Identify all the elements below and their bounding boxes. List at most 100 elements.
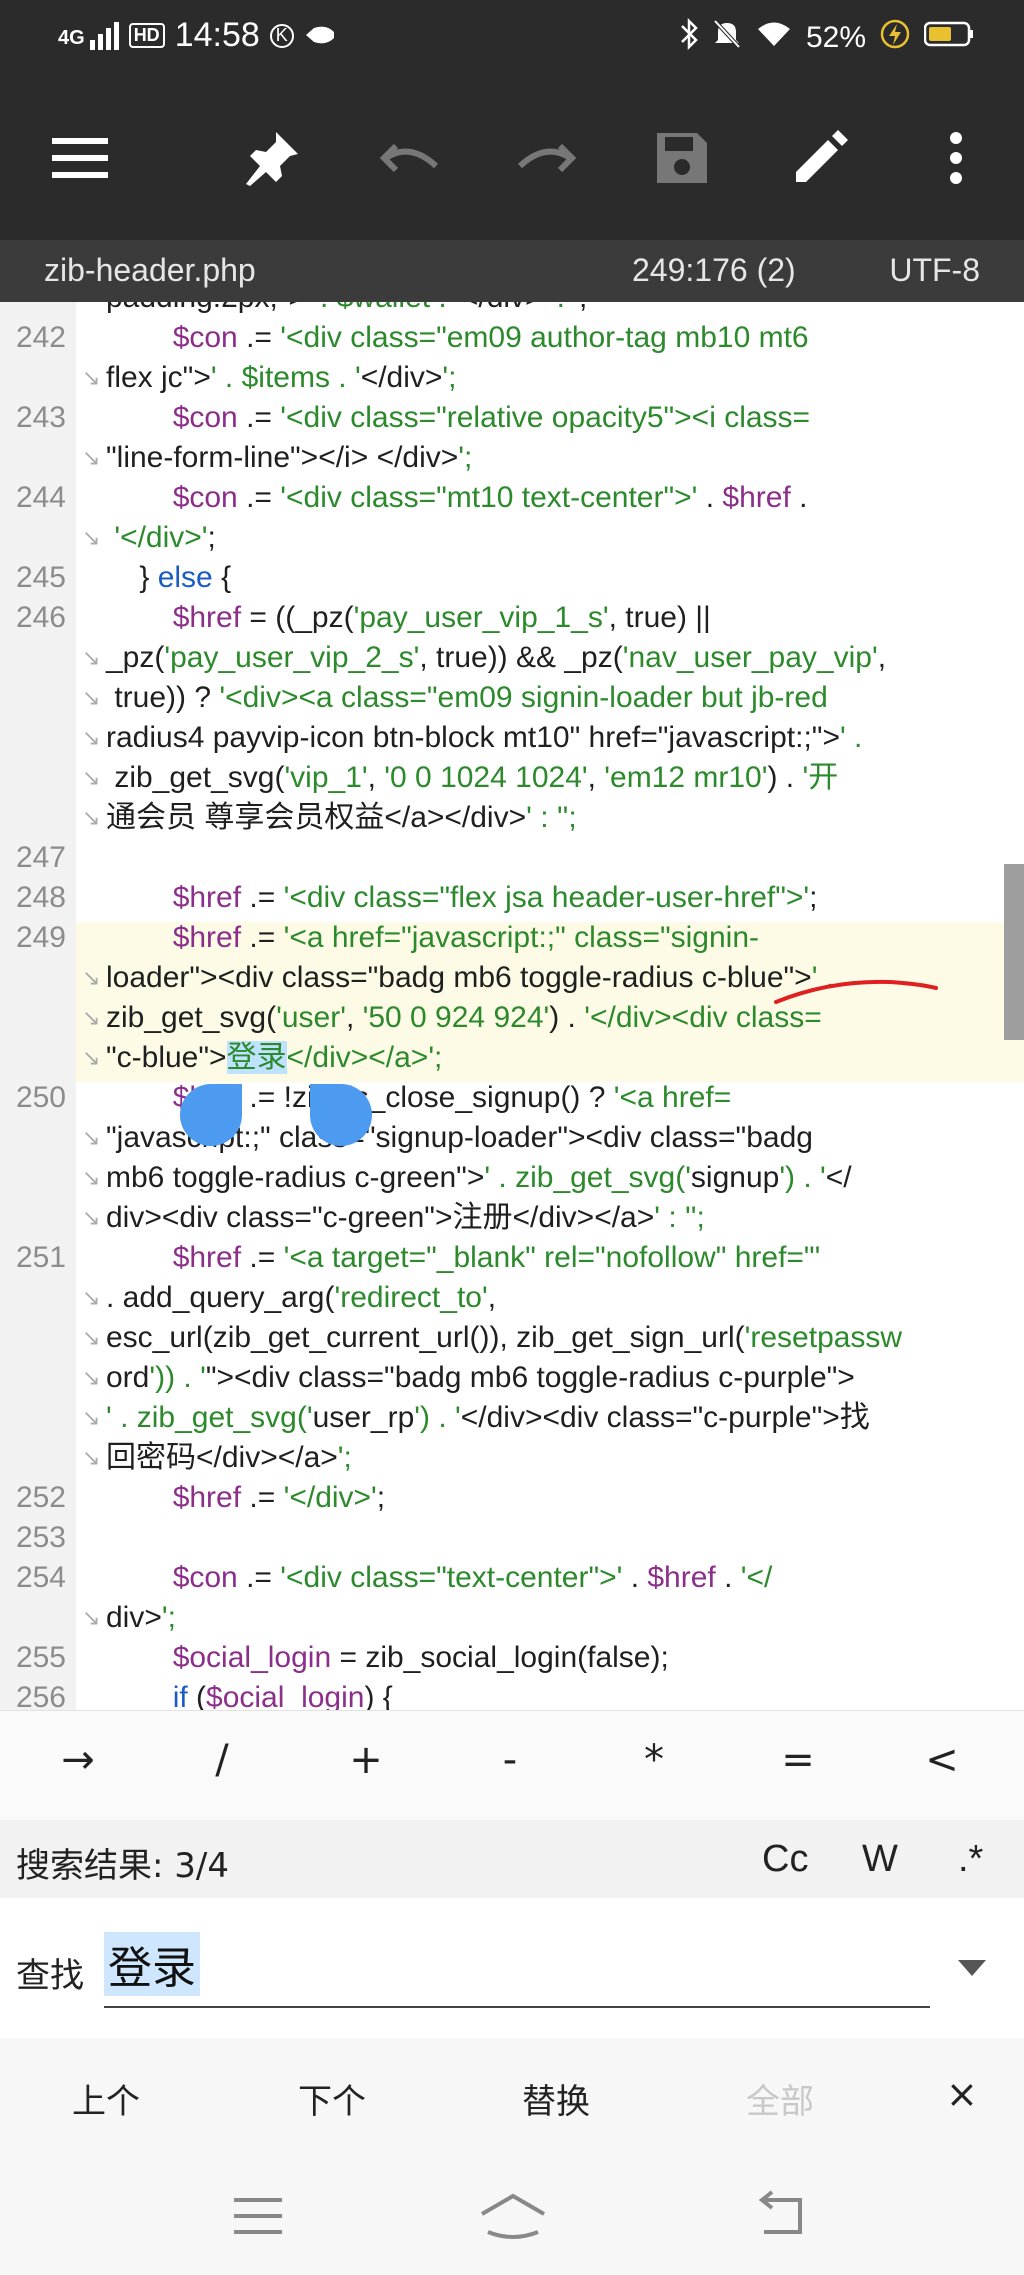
fish-icon: [304, 16, 338, 55]
replace-all-button[interactable]: 全部: [746, 2074, 814, 2123]
code-text: _pz('pay_user_vip_2_s', true)) && _pz('n…: [106, 641, 887, 674]
code-line[interactable]: ↘ "line-form-line"></i> </div>';: [0, 438, 1024, 478]
code-line[interactable]: ↘ 通会员 尊享会员权益</a></div>' : '';: [0, 798, 1024, 838]
pin-icon[interactable]: [240, 126, 304, 190]
code-line[interactable]: 253: [0, 1518, 1024, 1558]
code-line[interactable]: 252 $href .= '</div>';: [0, 1478, 1024, 1518]
code-line[interactable]: ↘ zib_get_svg('vip_1', '0 0 1024 1024', …: [0, 758, 1024, 798]
wrap-indicator-icon: ↘: [82, 1605, 101, 1630]
code-line[interactable]: 248 $href .= '<div class="flex jsa heade…: [0, 878, 1024, 918]
code-line[interactable]: 251 $href .= '<a target="_blank" rel="no…: [0, 1238, 1024, 1278]
code-text: $href .= '<a target="_blank" rel="nofoll…: [172, 1241, 821, 1274]
regex-toggle[interactable]: .*: [958, 1838, 983, 1881]
next-match-button[interactable]: 下个: [298, 2074, 366, 2123]
symbol-key[interactable]: -: [470, 1737, 550, 1783]
wrap-indicator-icon: ↘: [82, 685, 101, 710]
code-line[interactable]: 245 } else {: [0, 558, 1024, 598]
code-line[interactable]: ↘ mb6 toggle-radius c-green">' . zib_get_…: [0, 1158, 1024, 1198]
code-text: $con .= '<div class="em09 author-tag mb1…: [172, 321, 809, 354]
history-dropdown-icon[interactable]: [958, 1960, 986, 1976]
code-line[interactable]: ↘ flex jc">' . $items . '</div>';: [0, 358, 1024, 398]
code-line[interactable]: ↘ "c-blue">登录</div></a>';: [0, 1038, 1024, 1078]
code-line[interactable]: ↘ ' . zib_get_svg('user_rp') . '</div><di…: [0, 1398, 1024, 1438]
bluetooth-icon: [680, 17, 698, 58]
wrap-indicator-icon: ↘: [82, 1005, 101, 1030]
symbol-key[interactable]: +: [326, 1737, 406, 1783]
symbol-key[interactable]: *: [614, 1737, 694, 1783]
redo-icon[interactable]: [514, 126, 578, 190]
save-icon[interactable]: [650, 126, 714, 190]
wrap-indicator-icon: ↘: [82, 1165, 101, 1190]
code-line[interactable]: ↘. add_query_arg('redirect_to',: [0, 1278, 1024, 1318]
line-number: 254: [15, 1561, 66, 1594]
code-text: $ocial_login = zib_social_login(false);: [172, 1641, 669, 1674]
line-number: 244: [15, 481, 66, 514]
code-text: 回密码</div></a>';: [106, 1441, 352, 1474]
symbol-key[interactable]: <: [902, 1737, 982, 1783]
code-text: if ($ocial_login) {: [172, 1681, 393, 1710]
code-line[interactable]: padding:2px;">' . $wallet . '</div>' . '…: [0, 302, 1024, 318]
line-number: 243: [15, 401, 66, 434]
menu-icon[interactable]: [48, 126, 112, 190]
symbol-key[interactable]: →: [38, 1737, 118, 1783]
search-match-highlight: 登录: [226, 1041, 287, 1074]
code-line[interactable]: 247: [0, 838, 1024, 878]
code-line[interactable]: 244 $con .= '<div class="mt10 text-cente…: [0, 478, 1024, 518]
undo-icon[interactable]: [378, 126, 442, 190]
symbol-key[interactable]: /: [182, 1737, 262, 1783]
whole-word-toggle[interactable]: W: [862, 1838, 898, 1881]
selection-handle-start[interactable]: [180, 1084, 242, 1146]
battery-icon: [923, 21, 974, 55]
code-line[interactable]: ↘ ord')) . '"><div class="badg mb6 toggle…: [0, 1358, 1024, 1398]
line-number: 247: [15, 841, 66, 874]
code-line[interactable]: ↘ true)) ? '<div><a class="em09 signin-l…: [0, 678, 1024, 718]
code-line[interactable]: 242 $con .= '<div class="em09 author-tag…: [0, 318, 1024, 358]
code-line[interactable]: 243 $con .= '<div class="relative opacit…: [0, 398, 1024, 438]
close-search-button[interactable]: ×: [946, 2072, 978, 2116]
code-editor[interactable]: padding:2px;">' . $wallet . '</div>' . '…: [0, 302, 1024, 1710]
symbol-key[interactable]: =: [758, 1737, 838, 1783]
code-line[interactable]: ↘ '</div>';: [0, 518, 1024, 558]
code-text: $con .= '<div class="relative opacity5">…: [172, 401, 811, 434]
wifi-icon: [756, 20, 792, 56]
wrap-indicator-icon: ↘: [82, 525, 101, 550]
code-line[interactable]: ↘ "javascript:;" class="signup-loader"><d…: [0, 1118, 1024, 1158]
wrap-indicator-icon: ↘: [82, 1285, 101, 1310]
mute-icon: [712, 18, 742, 58]
home-icon[interactable]: [478, 2188, 548, 2244]
code-line[interactable]: ↘ radius4 payvip-icon btn-block mt10" hre…: [0, 718, 1024, 758]
find-input-value[interactable]: 登录: [104, 1932, 200, 1996]
code-line[interactable]: ↘ esc_url(zib_get_current_url()), zib_get…: [0, 1318, 1024, 1358]
code-line[interactable]: 250 $href .= !zib_is_close_signup() ? '<…: [0, 1078, 1024, 1118]
code-text: $con .= '<div class="mt10 text-center">'…: [172, 481, 808, 514]
more-icon[interactable]: [924, 126, 988, 190]
code-line[interactable]: 246 $href = ((_pz('pay_user_vip_1_s', tr…: [0, 598, 1024, 638]
edit-icon[interactable]: [788, 126, 852, 190]
code-line[interactable]: 254 $con .= '<div class="text-center">' …: [0, 1558, 1024, 1598]
wrap-indicator-icon: ↘: [82, 1325, 101, 1350]
recent-apps-icon[interactable]: [228, 2188, 288, 2244]
scrollbar-thumb[interactable]: [1004, 864, 1024, 1040]
code-line[interactable]: ↘ 回密码</div></a>';: [0, 1438, 1024, 1478]
code-text: flex jc">' . $items . '</div>';: [106, 361, 457, 394]
back-icon[interactable]: [750, 2188, 810, 2244]
code-line[interactable]: 256 if ($ocial_login) {: [0, 1678, 1024, 1710]
code-line[interactable]: ↘ div><div class="c-green">注册</div></a>' …: [0, 1198, 1024, 1238]
code-line[interactable]: ↘ _pz('pay_user_vip_2_s', true)) && _pz('…: [0, 638, 1024, 678]
code-text: true)) ? '<div><a class="em09 signin-loa…: [106, 681, 828, 714]
match-case-toggle[interactable]: Cc: [762, 1838, 808, 1881]
selection-handle-end[interactable]: [310, 1084, 372, 1146]
find-input[interactable]: [104, 1934, 930, 2008]
red-annotation-stroke: [774, 979, 938, 1004]
code-line[interactable]: ↘ div>';: [0, 1598, 1024, 1638]
code-text: '</div>';: [114, 521, 216, 554]
previous-match-button[interactable]: 上个: [72, 2074, 140, 2123]
replace-button[interactable]: 替换: [522, 2074, 590, 2123]
code-text: ord')) . '"><div class="badg mb6 toggle-…: [106, 1361, 855, 1394]
code-line[interactable]: 249 $href .= '<a href="javascript:;" cla…: [0, 918, 1024, 958]
wrap-indicator-icon: ↘: [82, 365, 101, 390]
code-line[interactable]: 255 $ocial_login = zib_social_login(fals…: [0, 1638, 1024, 1678]
file-encoding[interactable]: UTF-8: [889, 252, 980, 289]
search-result-count: 搜索结果: 3/4: [16, 1846, 229, 1886]
line-number: 246: [15, 601, 66, 634]
